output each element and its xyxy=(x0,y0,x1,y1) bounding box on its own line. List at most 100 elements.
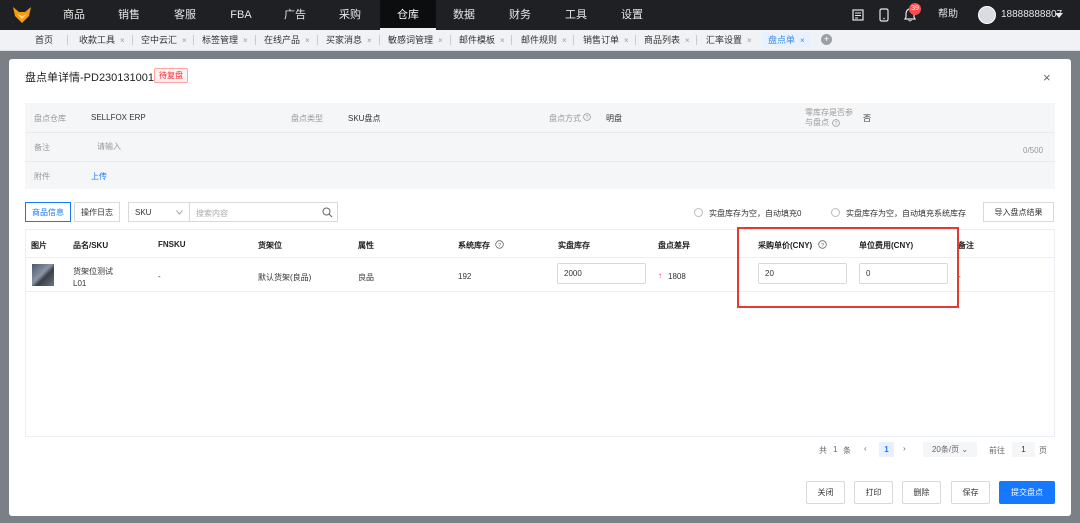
tab-divider xyxy=(573,35,574,45)
import-results-button[interactable]: 导入盘点结果 xyxy=(983,202,1054,222)
nav-item-service[interactable]: 客服 xyxy=(163,0,207,30)
search-input[interactable]: 搜索内容 xyxy=(196,208,228,219)
actual-stock-input[interactable]: 2000 xyxy=(557,263,646,284)
tab-operation-log[interactable]: 操作日志 xyxy=(74,202,120,222)
help-circle-icon[interactable]: ? xyxy=(583,113,591,121)
zero-stock-label: 零库存是否参与盘点 xyxy=(805,108,853,127)
save-button[interactable]: 保存 xyxy=(951,481,990,504)
tab-sensitive-words[interactable]: 敏感词管理 × xyxy=(388,32,443,48)
search-icon[interactable] xyxy=(322,207,333,218)
remark-input[interactable]: 请输入 xyxy=(97,141,121,152)
tab-divider xyxy=(67,35,68,45)
close-icon[interactable]: × xyxy=(624,36,629,45)
tab-mail-templates[interactable]: 邮件模板 × xyxy=(459,32,505,48)
page-tabs-bar: 首页 收款工具 × 空中云汇 × 标签管理 × 在线产品 × 买家消息 × 敏感词管理 × … xyxy=(0,30,1080,51)
nav-item-ads[interactable]: 广告 xyxy=(273,0,317,30)
close-icon[interactable]: × xyxy=(182,36,187,45)
close-icon[interactable]: × xyxy=(438,36,443,45)
submit-stocktake-button[interactable]: 提交盘点 xyxy=(999,481,1055,504)
print-button[interactable]: 打印 xyxy=(854,481,893,504)
pagination-total-suffix: 条 xyxy=(843,446,851,455)
attachment-label: 附件 xyxy=(34,172,50,181)
tab-label: 标签管理 xyxy=(202,35,239,45)
close-icon[interactable]: × xyxy=(685,36,690,45)
product-sku: L01 xyxy=(73,279,87,288)
radio-fill-zero-label[interactable]: 实盘库存为空，自动填充0 xyxy=(709,208,801,219)
product-thumbnail[interactable] xyxy=(32,264,54,286)
col-header-attribute: 属性 xyxy=(358,241,374,250)
radio-fill-system[interactable] xyxy=(831,208,840,217)
nav-item-settings[interactable]: 设置 xyxy=(610,0,654,30)
help-circle-icon[interactable]: ? xyxy=(832,119,840,127)
nav-item-finance[interactable]: 财务 xyxy=(498,0,542,30)
page-size-select[interactable]: 20条/页 ⌄ xyxy=(923,442,977,457)
close-icon[interactable]: × xyxy=(367,36,372,45)
system-stock-value: 192 xyxy=(458,272,472,281)
col-header-remark: 备注 xyxy=(958,241,974,250)
add-tab-icon[interactable]: + xyxy=(821,34,832,45)
tab-buyer-messages[interactable]: 买家消息 × xyxy=(326,32,372,48)
goto-page-input[interactable]: 1 xyxy=(1012,442,1035,457)
tab-sales-orders[interactable]: 销售订单 × xyxy=(583,32,629,48)
close-icon[interactable]: × xyxy=(747,36,752,45)
delete-button[interactable]: 删除 xyxy=(902,481,941,504)
help-link[interactable]: 帮助 xyxy=(938,0,958,30)
tab-airwallex[interactable]: 空中云汇 × xyxy=(141,32,187,48)
goto-prefix: 前往 xyxy=(989,446,1005,455)
close-icon[interactable]: × xyxy=(243,36,248,45)
svg-text:?: ? xyxy=(586,115,589,121)
close-button[interactable]: 关闭 xyxy=(806,481,845,504)
nav-item-warehouse[interactable]: 仓库 xyxy=(380,0,436,30)
close-icon[interactable]: × xyxy=(120,36,125,45)
mobile-icon[interactable] xyxy=(879,8,889,22)
nav-item-purchase[interactable]: 采购 xyxy=(328,0,372,30)
tab-label: 在线产品 xyxy=(264,35,301,45)
type-label: 盘点类型 xyxy=(291,114,323,123)
tab-label: 收款工具 xyxy=(79,35,116,45)
tab-divider xyxy=(635,35,636,45)
col-header-actual-stock: 实盘库存 xyxy=(558,241,590,250)
close-icon[interactable]: × xyxy=(562,36,567,45)
pagination-total: 1 xyxy=(833,445,838,454)
warehouse-value: SELLFOX ERP xyxy=(91,113,146,122)
radio-fill-system-label[interactable]: 实盘库存为空，自动填充系统库存 xyxy=(846,208,966,219)
page-1-button[interactable]: 1 xyxy=(879,442,894,457)
tab-payment-tools[interactable]: 收款工具 × xyxy=(79,32,125,48)
close-icon[interactable]: × xyxy=(1043,70,1051,85)
method-value: 明盘 xyxy=(606,114,622,123)
tab-online-products[interactable]: 在线产品 × xyxy=(264,32,310,48)
close-icon[interactable]: × xyxy=(800,36,805,45)
username-label[interactable]: 18888888807 xyxy=(1001,0,1062,30)
nav-item-tools[interactable]: 工具 xyxy=(554,0,598,30)
close-icon[interactable]: × xyxy=(305,36,310,45)
tab-exchange-rate[interactable]: 汇率设置 × xyxy=(706,32,752,48)
tab-tag-management[interactable]: 标签管理 × xyxy=(202,32,248,48)
next-page-icon[interactable]: › xyxy=(903,444,906,453)
tab-product-info[interactable]: 商品信息 xyxy=(25,202,71,222)
chevron-down-icon xyxy=(176,210,183,215)
tab-divider xyxy=(450,35,451,45)
avatar[interactable] xyxy=(978,6,996,24)
nav-item-products[interactable]: 商品 xyxy=(52,0,96,30)
radio-fill-zero[interactable] xyxy=(694,208,703,217)
col-header-fnsku: FNSKU xyxy=(158,240,186,249)
divider xyxy=(25,132,1055,133)
tab-home[interactable]: 首页 xyxy=(35,32,53,48)
help-circle-icon[interactable]: ? xyxy=(495,240,504,249)
search-field-select[interactable]: SKU xyxy=(128,202,190,222)
close-icon[interactable]: × xyxy=(500,36,505,45)
tab-divider xyxy=(132,35,133,45)
tab-mail-rules[interactable]: 邮件规则 × xyxy=(521,32,567,48)
tab-stocktake[interactable]: 盘点单 × xyxy=(762,32,811,48)
chevron-down-icon[interactable] xyxy=(1055,13,1063,18)
nav-item-fba[interactable]: FBA xyxy=(219,0,263,30)
nav-item-data[interactable]: 数据 xyxy=(442,0,486,30)
nav-item-sales[interactable]: 销售 xyxy=(107,0,151,30)
upload-link[interactable]: 上传 xyxy=(91,171,107,182)
goto-suffix: 页 xyxy=(1039,446,1047,455)
task-list-icon[interactable] xyxy=(852,9,864,21)
tab-product-list[interactable]: 商品列表 × xyxy=(644,32,690,48)
remark-label: 备注 xyxy=(34,143,50,152)
app-logo-icon[interactable] xyxy=(12,6,32,24)
prev-page-icon[interactable]: ‹ xyxy=(864,444,867,453)
